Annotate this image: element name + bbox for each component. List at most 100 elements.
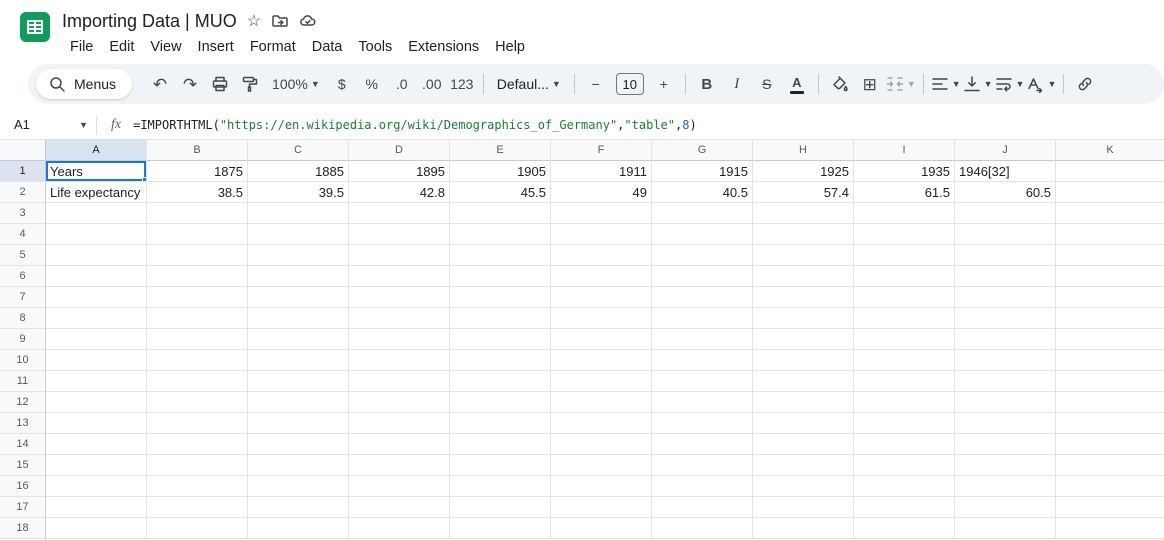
cell-F3[interactable] [551, 203, 652, 224]
row-header-18[interactable]: 18 [0, 518, 46, 539]
cell-C2[interactable]: 39.5 [248, 182, 349, 203]
column-header-J[interactable]: J [955, 140, 1056, 161]
row-header-2[interactable]: 2 [0, 182, 46, 203]
cell-H15[interactable] [753, 455, 854, 476]
cell-J16[interactable] [955, 476, 1056, 497]
undo-button[interactable]: ↶ [146, 69, 174, 99]
cell-G10[interactable] [652, 350, 753, 371]
cell-H8[interactable] [753, 308, 854, 329]
cell-H11[interactable] [753, 371, 854, 392]
row-header-6[interactable]: 6 [0, 266, 46, 287]
cell-I15[interactable] [854, 455, 955, 476]
cell-K3[interactable] [1056, 203, 1164, 224]
cell-H1[interactable]: 1925 [753, 161, 854, 182]
cell-J13[interactable] [955, 413, 1056, 434]
cell-C1[interactable]: 1885 [248, 161, 349, 182]
cell-C18[interactable] [248, 518, 349, 539]
row-header-10[interactable]: 10 [0, 350, 46, 371]
cell-H12[interactable] [753, 392, 854, 413]
cell-B5[interactable] [147, 245, 248, 266]
cell-G14[interactable] [652, 434, 753, 455]
cell-J15[interactable] [955, 455, 1056, 476]
cell-H4[interactable] [753, 224, 854, 245]
cell-F5[interactable] [551, 245, 652, 266]
row-header-13[interactable]: 13 [0, 413, 46, 434]
cell-D11[interactable] [349, 371, 450, 392]
cell-B16[interactable] [147, 476, 248, 497]
cell-K13[interactable] [1056, 413, 1164, 434]
select-all-corner[interactable] [0, 140, 46, 161]
cell-B3[interactable] [147, 203, 248, 224]
cell-A2[interactable]: Life expectancy [46, 182, 147, 203]
format-percent-button[interactable]: % [358, 69, 386, 99]
cell-B18[interactable] [147, 518, 248, 539]
cell-H5[interactable] [753, 245, 854, 266]
cell-F8[interactable] [551, 308, 652, 329]
paint-format-button[interactable] [236, 69, 264, 99]
cell-C4[interactable] [248, 224, 349, 245]
cell-E8[interactable] [450, 308, 551, 329]
cell-E14[interactable] [450, 434, 551, 455]
cell-B7[interactable] [147, 287, 248, 308]
cell-H13[interactable] [753, 413, 854, 434]
cell-B13[interactable] [147, 413, 248, 434]
cell-J1[interactable]: 1946[32] [955, 161, 1056, 182]
cell-A1[interactable]: Years [46, 161, 147, 182]
cell-I8[interactable] [854, 308, 955, 329]
menu-extensions[interactable]: Extensions [400, 36, 487, 58]
cell-G9[interactable] [652, 329, 753, 350]
menu-insert[interactable]: Insert [190, 36, 242, 58]
column-header-E[interactable]: E [450, 140, 551, 161]
cell-A5[interactable] [46, 245, 147, 266]
cell-I17[interactable] [854, 497, 955, 518]
cell-K7[interactable] [1056, 287, 1164, 308]
cell-F15[interactable] [551, 455, 652, 476]
cell-B2[interactable]: 38.5 [147, 182, 248, 203]
cell-K15[interactable] [1056, 455, 1164, 476]
text-wrap-button[interactable]: ▼ [995, 69, 1024, 99]
cell-E4[interactable] [450, 224, 551, 245]
format-currency-button[interactable]: $ [328, 69, 356, 99]
cell-J17[interactable] [955, 497, 1056, 518]
cell-B12[interactable] [147, 392, 248, 413]
cell-G15[interactable] [652, 455, 753, 476]
cell-C16[interactable] [248, 476, 349, 497]
cell-I2[interactable]: 61.5 [854, 182, 955, 203]
cell-A6[interactable] [46, 266, 147, 287]
cell-E13[interactable] [450, 413, 551, 434]
cell-E16[interactable] [450, 476, 551, 497]
row-header-9[interactable]: 9 [0, 329, 46, 350]
cell-B1[interactable]: 1875 [147, 161, 248, 182]
cell-I14[interactable] [854, 434, 955, 455]
cell-E15[interactable] [450, 455, 551, 476]
cell-H7[interactable] [753, 287, 854, 308]
cell-I11[interactable] [854, 371, 955, 392]
cell-G5[interactable] [652, 245, 753, 266]
bold-button[interactable]: B [693, 69, 721, 99]
cell-C7[interactable] [248, 287, 349, 308]
cell-J2[interactable]: 60.5 [955, 182, 1056, 203]
cell-A18[interactable] [46, 518, 147, 539]
cell-F12[interactable] [551, 392, 652, 413]
cell-B9[interactable] [147, 329, 248, 350]
cell-B11[interactable] [147, 371, 248, 392]
cell-F1[interactable]: 1911 [551, 161, 652, 182]
cell-F2[interactable]: 49 [551, 182, 652, 203]
cell-K11[interactable] [1056, 371, 1164, 392]
cell-B8[interactable] [147, 308, 248, 329]
column-header-I[interactable]: I [854, 140, 955, 161]
formula-input[interactable]: =IMPORTHTML("https://en.wikipedia.org/wi… [133, 118, 697, 132]
cell-I4[interactable] [854, 224, 955, 245]
cell-K17[interactable] [1056, 497, 1164, 518]
row-header-16[interactable]: 16 [0, 476, 46, 497]
cell-J12[interactable] [955, 392, 1056, 413]
cell-K10[interactable] [1056, 350, 1164, 371]
cell-K5[interactable] [1056, 245, 1164, 266]
cell-J3[interactable] [955, 203, 1056, 224]
text-color-button[interactable]: A [783, 69, 811, 99]
menu-help[interactable]: Help [487, 36, 533, 58]
cell-D4[interactable] [349, 224, 450, 245]
cell-D10[interactable] [349, 350, 450, 371]
row-header-17[interactable]: 17 [0, 497, 46, 518]
font-select[interactable]: Defaul... ▼ [491, 69, 567, 99]
